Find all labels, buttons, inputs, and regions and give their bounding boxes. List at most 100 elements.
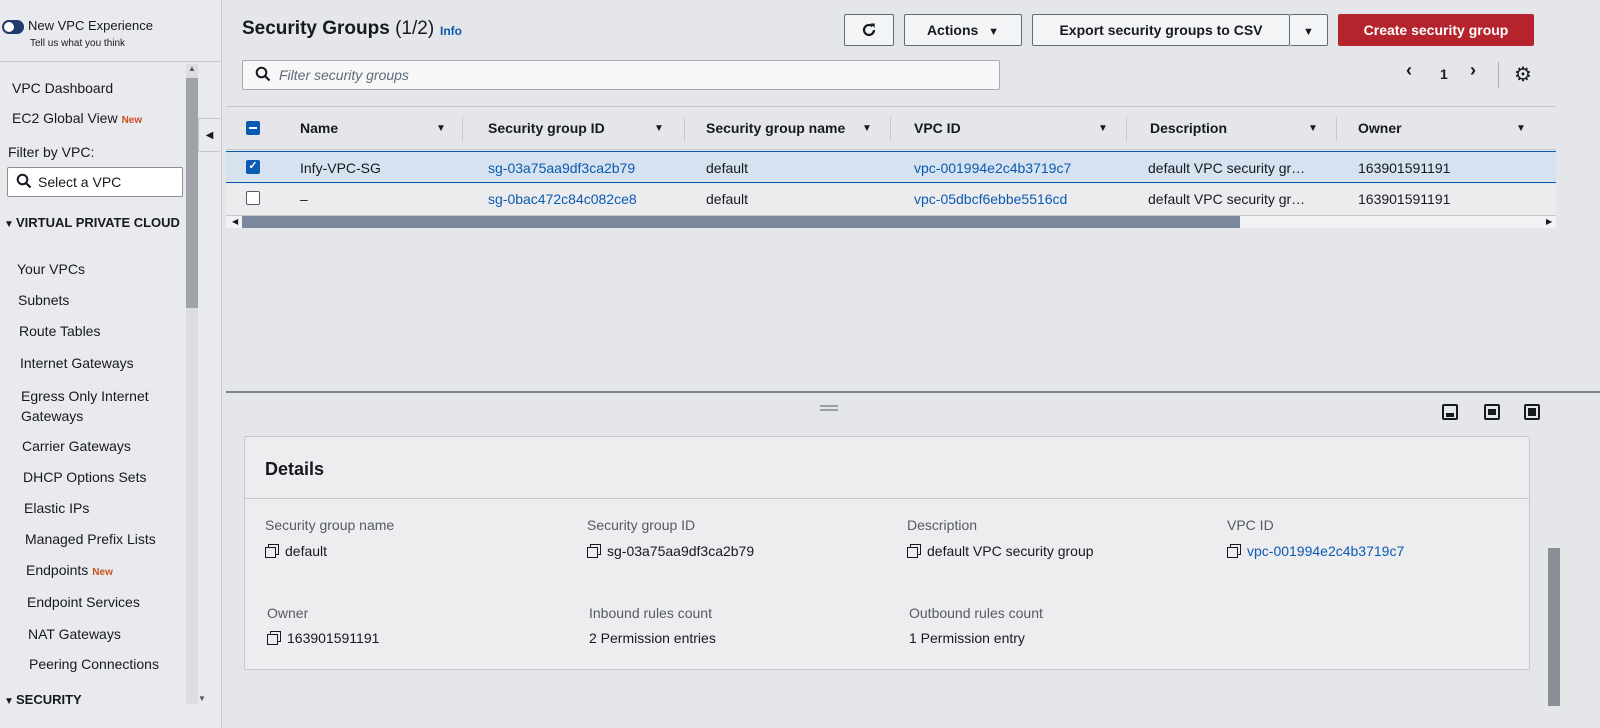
sidebar-item-subnets[interactable]: Subnets [18, 292, 69, 308]
sort-icon[interactable]: ▼ [862, 123, 872, 134]
section-label: VIRTUAL PRIVATE CLOUD [16, 215, 180, 230]
scroll-right-icon[interactable]: ▶ [1546, 216, 1552, 228]
column-divider[interactable] [1126, 117, 1127, 141]
column-divider[interactable] [1336, 117, 1337, 141]
sidebar-item-carrier-gateways[interactable]: Carrier Gateways [22, 438, 131, 454]
scroll-up-icon[interactable]: ▲ [186, 64, 198, 76]
cell-name: – [300, 191, 308, 207]
row-checkbox[interactable]: ✓ [246, 160, 260, 174]
new-badge: New [121, 115, 143, 126]
column-divider[interactable] [462, 117, 463, 141]
column-header-vpc-id[interactable]: VPC ID [914, 120, 961, 136]
cell-description: default VPC security gr… [1148, 191, 1306, 207]
new-badge: New [92, 567, 113, 578]
actions-button[interactable]: Actions ▼ [904, 14, 1022, 46]
copy-icon[interactable] [907, 544, 921, 558]
cell-description: default VPC security gr… [1148, 160, 1306, 176]
filter-placeholder: Filter security groups [279, 67, 409, 83]
refresh-icon [860, 19, 878, 41]
column-header-owner[interactable]: Owner [1358, 120, 1402, 136]
owner-label: Owner [267, 605, 309, 621]
sidebar-item-endpoints[interactable]: Endpoints New [26, 562, 113, 578]
vpc-select[interactable]: Select a VPC [7, 167, 183, 197]
copy-icon[interactable] [265, 544, 279, 558]
sidebar-item-route-tables[interactable]: Route Tables [19, 323, 100, 339]
sidebar-item-your-vpcs[interactable]: Your VPCs [17, 261, 85, 277]
split-panel-minimize-icon[interactable] [1442, 404, 1458, 420]
sidebar-item-managed-prefix-lists[interactable]: Managed Prefix Lists [25, 531, 156, 547]
sort-icon[interactable]: ▼ [654, 123, 664, 134]
column-divider[interactable] [684, 117, 685, 141]
create-security-group-button[interactable]: Create security group [1338, 14, 1534, 46]
outbound-rules-count-label: Outbound rules count [909, 605, 1043, 621]
sort-icon[interactable]: ▼ [436, 123, 446, 134]
sort-icon[interactable]: ▼ [1098, 123, 1108, 134]
info-link[interactable]: Info [440, 24, 462, 38]
split-panel-divider[interactable] [226, 391, 1600, 393]
sidebar-item-nat-gateways[interactable]: NAT Gateways [28, 626, 121, 642]
column-divider[interactable] [890, 117, 891, 141]
cell-security-group-name: default [706, 160, 749, 176]
copy-icon[interactable] [1227, 544, 1241, 558]
inbound-rules-count-label: Inbound rules count [589, 605, 712, 621]
export-csv-button[interactable]: Export security groups to CSV [1032, 14, 1290, 46]
divider [1498, 62, 1499, 88]
sidebar-item-ec2-global-view[interactable]: EC2 Global View New [12, 110, 142, 126]
sidebar-scroll-thumb[interactable] [186, 78, 198, 308]
column-header-name[interactable]: Name [300, 120, 338, 136]
cell-security-group-id[interactable]: sg-03a75aa9df3ca2b79 [488, 160, 635, 176]
cell-security-group-id[interactable]: sg-0bac472c84c082ce8 [488, 191, 637, 207]
sidebar-item-vpc-dashboard[interactable]: VPC Dashboard [12, 80, 113, 96]
collapse-sidebar-button[interactable]: ◀ [198, 118, 220, 152]
column-header-security-group-id[interactable]: Security group ID [488, 120, 605, 136]
details-scroll-thumb[interactable] [1548, 548, 1560, 706]
table-scroll-thumb[interactable] [242, 216, 1240, 228]
cell-vpc-id[interactable]: vpc-05dbcf6ebbe5516cd [914, 191, 1067, 207]
column-header-description[interactable]: Description [1150, 120, 1227, 136]
sidebar-item-dhcp-options-sets[interactable]: DHCP Options Sets [23, 469, 146, 485]
sort-icon[interactable]: ▼ [1516, 123, 1526, 134]
split-panel-maximize-icon[interactable] [1524, 404, 1540, 420]
sidebar-item-egress-only-internet-gateways[interactable]: Egress Only Internet Gateways [21, 386, 171, 426]
inbound-rules-count-value: 2 Permission entries [589, 630, 716, 646]
next-page-icon[interactable]: › [1470, 60, 1476, 81]
copy-icon[interactable] [587, 544, 601, 558]
vpc-select-value: Select a VPC [38, 174, 122, 190]
main-content: Security Groups (1/2) Info Actions ▼ Exp… [222, 0, 1600, 728]
sidebar-item-endpoint-services[interactable]: Endpoint Services [27, 594, 140, 610]
new-vpc-experience-toggle[interactable] [2, 20, 24, 34]
sort-icon[interactable]: ▼ [1308, 123, 1318, 134]
select-all-checkbox[interactable] [246, 121, 260, 135]
section-virtual-private-cloud[interactable]: ▼ VIRTUAL PRIVATE CLOUD [4, 213, 184, 234]
sidebar-item-peering-connections[interactable]: Peering Connections [29, 656, 159, 672]
gear-icon[interactable]: ⚙ [1514, 62, 1532, 87]
vpc-id-link[interactable]: vpc-001994e2c4b3719c7 [1247, 543, 1404, 559]
section-security[interactable]: ▼ SECURITY [4, 690, 82, 711]
refresh-button[interactable] [844, 14, 894, 46]
table-row[interactable]: ✓ Infy-VPC-SG sg-03a75aa9df3ca2b79 defau… [226, 151, 1556, 183]
owner-value: 163901591191 [267, 630, 379, 646]
table-row[interactable]: – sg-0bac472c84c082ce8 default vpc-05dbc… [226, 184, 1556, 216]
resize-handle-icon[interactable] [820, 405, 838, 411]
current-page[interactable]: 1 [1440, 66, 1448, 82]
feedback-link[interactable]: Tell us what you think [30, 38, 125, 49]
sidebar-item-internet-gateways[interactable]: Internet Gateways [20, 355, 134, 371]
previous-page-icon[interactable]: ‹ [1406, 60, 1412, 81]
page-title-text: Security Groups [242, 18, 390, 39]
row-checkbox[interactable] [246, 191, 260, 205]
sidebar-item-label: EC2 Global View [12, 110, 118, 126]
scroll-left-icon[interactable]: ◀ [232, 216, 238, 228]
cell-vpc-id[interactable]: vpc-001994e2c4b3719c7 [914, 160, 1071, 176]
sidebar: New VPC Experience Tell us what you thin… [0, 0, 222, 728]
filter-security-groups-input[interactable]: Filter security groups [242, 60, 1000, 90]
sidebar-item-elastic-ips[interactable]: Elastic IPs [24, 500, 89, 516]
scroll-down-icon[interactable]: ▼ [198, 694, 206, 703]
column-header-security-group-name[interactable]: Security group name [706, 120, 845, 136]
toggle-label: New VPC Experience [28, 18, 153, 33]
selection-count: (1/2) [395, 18, 435, 39]
sg-id-label: Security group ID [587, 517, 696, 533]
export-options-dropdown[interactable]: ▼ [1290, 14, 1328, 46]
copy-icon[interactable] [267, 631, 281, 645]
caret-down-icon: ▼ [988, 26, 1000, 38]
split-panel-half-icon[interactable] [1484, 404, 1500, 420]
